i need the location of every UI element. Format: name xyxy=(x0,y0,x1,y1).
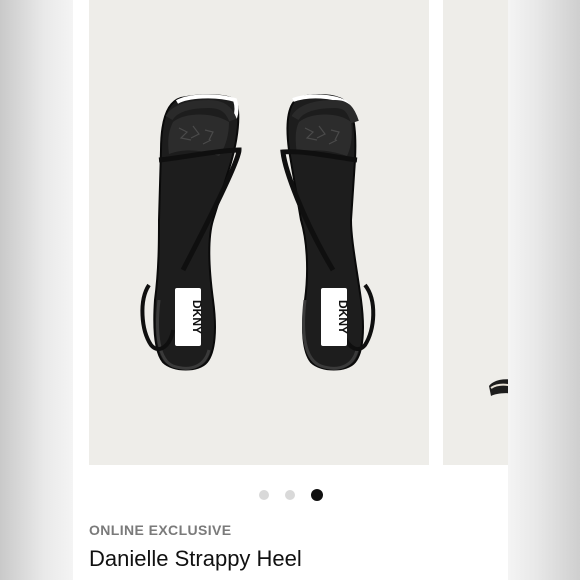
right-sandal: DKNY xyxy=(280,94,376,371)
next-product-image-peek[interactable] xyxy=(443,0,508,465)
carousel-pagination xyxy=(73,488,508,502)
product-image-carousel[interactable]: DKNY DKNY xyxy=(73,0,508,470)
carousel-dot[interactable] xyxy=(258,490,269,500)
carousel-dot[interactable] xyxy=(284,490,295,500)
next-image-preview xyxy=(489,379,508,396)
left-background-edge xyxy=(0,0,73,580)
left-insole-logo: DKNY xyxy=(190,300,204,334)
product-page: DKNY DKNY ONLINE EXCLUSIVE Danielle Stra… xyxy=(73,0,508,580)
right-background-edge xyxy=(508,0,580,580)
product-image: DKNY DKNY xyxy=(140,94,376,371)
carousel-dot-active[interactable] xyxy=(310,489,323,501)
right-insole-logo: DKNY xyxy=(336,300,350,334)
product-title: Danielle Strappy Heel xyxy=(89,546,302,571)
online-exclusive-badge: ONLINE EXCLUSIVE xyxy=(89,522,232,538)
product-image-slide[interactable]: DKNY DKNY xyxy=(89,0,429,465)
left-sandal: DKNY xyxy=(140,94,242,371)
